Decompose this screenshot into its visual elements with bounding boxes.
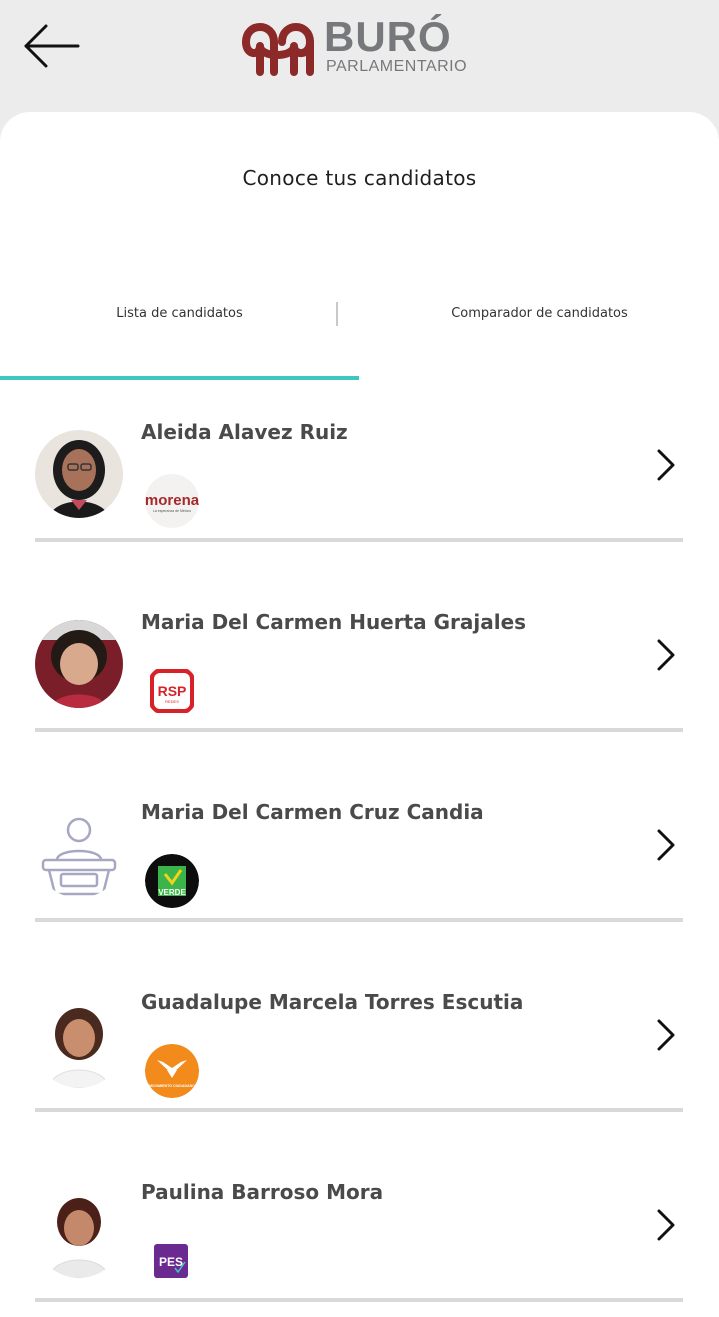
chevron-right-icon[interactable] [652, 828, 680, 862]
arrow-left-icon [24, 24, 80, 68]
candidate-row[interactable]: Paulina Barroso Mora PES [0, 1150, 719, 1317]
buro-logo-mark-icon [242, 23, 314, 76]
logo-subtitle: PARLAMENTARIO [326, 58, 468, 75]
party-logo-rsp: RSP REDES [145, 664, 199, 718]
tab-candidate-list[interactable]: Lista de candidatos [0, 292, 359, 382]
candidate-row[interactable]: Guadalupe Marcela Torres Escutia MOVIMIE… [0, 960, 719, 1150]
page-title: Conoce tus candidatos [242, 166, 477, 190]
party-logo-verde: VERDE [145, 854, 199, 908]
candidate-row[interactable]: Maria Del Carmen Cruz Candia VERDE [0, 770, 719, 960]
row-divider [35, 538, 683, 542]
row-divider [35, 728, 683, 732]
candidate-avatar [35, 620, 123, 708]
svg-text:La esperanza de México: La esperanza de México [153, 509, 191, 513]
candidate-row[interactable]: Maria Del Carmen Huerta Grajales RSP RED… [0, 580, 719, 770]
svg-text:RSP: RSP [158, 683, 187, 699]
candidate-row[interactable]: Aleida Alavez Ruiz morena La esperanza d… [0, 390, 719, 580]
party-logo-movimiento-ciudadano: MOVIMIENTO CIUDADANO [145, 1044, 199, 1098]
svg-text:morena: morena [145, 492, 199, 509]
chevron-right-icon[interactable] [652, 1018, 680, 1052]
row-divider [35, 1298, 683, 1302]
svg-text:MOVIMIENTO CIUDADANO: MOVIMIENTO CIUDADANO [149, 1084, 195, 1088]
logo-title: BURÓ [324, 13, 452, 60]
chevron-right-icon[interactable] [652, 448, 680, 482]
candidate-name: Guadalupe Marcela Torres Escutia [141, 990, 524, 1014]
candidate-avatar-placeholder [35, 810, 123, 898]
row-divider [35, 1108, 683, 1112]
party-logo-morena: morena La esperanza de México [145, 474, 199, 528]
candidate-name: Paulina Barroso Mora [141, 1180, 384, 1204]
svg-text:VERDE: VERDE [158, 888, 186, 897]
candidate-name: Maria Del Carmen Cruz Candia [141, 800, 484, 824]
candidate-avatar [35, 430, 123, 518]
row-divider [35, 918, 683, 922]
tab-bar: Lista de candidatos Comparador de candid… [0, 292, 719, 382]
content-card: Conoce tus candidatos Lista de candidato… [0, 112, 719, 1317]
candidate-name: Maria Del Carmen Huerta Grajales [141, 610, 527, 634]
active-tab-indicator [0, 376, 359, 380]
podium-speaker-icon [35, 810, 123, 898]
party-logo-pes: PES [145, 1234, 199, 1288]
candidate-avatar [35, 1000, 123, 1088]
svg-text:REDES: REDES [165, 699, 179, 704]
candidate-avatar [35, 1190, 123, 1278]
top-bar: BURÓ PARLAMENTARIO [0, 0, 719, 112]
chevron-right-icon[interactable] [652, 1208, 680, 1242]
chevron-right-icon[interactable] [652, 638, 680, 672]
back-button[interactable] [22, 22, 82, 72]
candidate-name: Aleida Alavez Ruiz [141, 420, 348, 444]
svg-text:PES: PES [159, 1255, 183, 1269]
tab-candidate-comparator[interactable]: Comparador de candidatos [360, 292, 719, 382]
buro-parlamentario-logo: BURÓ PARLAMENTARIO [240, 12, 480, 80]
tab-divider [336, 302, 338, 326]
